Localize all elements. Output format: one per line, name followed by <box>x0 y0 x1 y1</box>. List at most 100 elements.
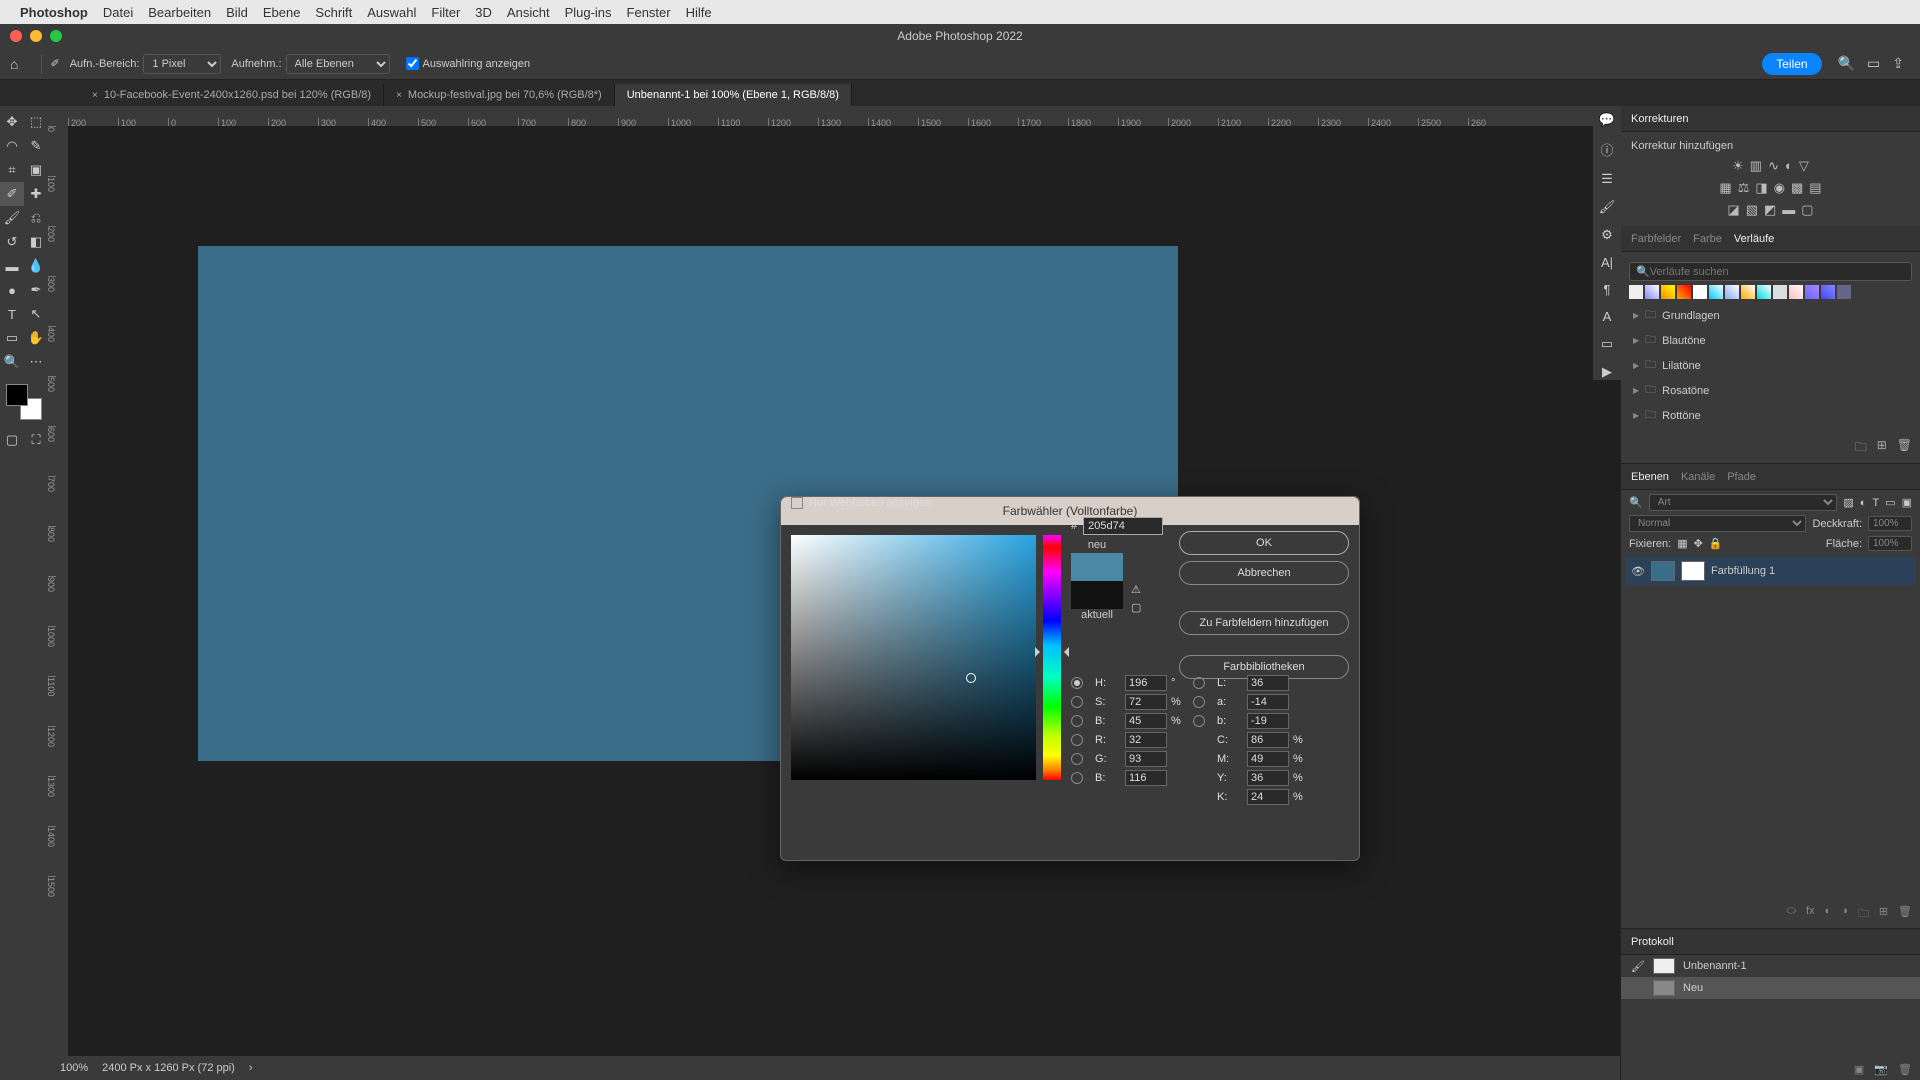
color-swatches[interactable] <box>6 384 42 420</box>
trash-icon[interactable]: 🗑 <box>1898 905 1912 924</box>
m-input[interactable] <box>1247 751 1289 767</box>
adjustments-header[interactable]: Korrekturen <box>1621 106 1920 132</box>
filter-adjust-icon[interactable]: ◐ <box>1860 497 1867 509</box>
sample-size-select[interactable]: 1 Pixel <box>143 54 221 74</box>
radio-h[interactable] <box>1071 677 1083 689</box>
selective-icon[interactable]: ▢ <box>1801 202 1813 218</box>
photofilter-icon[interactable]: ◉ <box>1774 180 1785 196</box>
filter-icon[interactable]: 🔍 <box>1629 496 1643 509</box>
foreground-color[interactable] <box>6 384 28 406</box>
hand-tool[interactable]: ✋ <box>24 326 48 350</box>
radio-a[interactable] <box>1193 696 1205 708</box>
h-input[interactable] <box>1125 675 1167 691</box>
new-layer-icon[interactable]: ⊞ <box>1879 905 1888 924</box>
shape-tool[interactable]: ▭ <box>0 326 24 350</box>
lasso-tool[interactable]: ◠ <box>0 134 24 158</box>
filter-type-select[interactable]: Art <box>1649 494 1838 511</box>
adjustment-icon[interactable]: ◑ <box>1841 905 1848 924</box>
current-color-swatch[interactable] <box>1071 581 1123 609</box>
bb-input[interactable] <box>1125 770 1167 786</box>
lock-pixels-icon[interactable]: ▦ <box>1677 537 1687 550</box>
quickmask-tool[interactable]: ▢ <box>0 428 24 452</box>
lock-all-icon[interactable]: 🔒 <box>1709 537 1723 550</box>
colorlookup-icon[interactable]: ▤ <box>1809 180 1821 196</box>
cancel-button[interactable]: Abbrechen <box>1179 561 1349 585</box>
gradient-folder[interactable]: ▶🗀Lilatöne <box>1629 353 1912 378</box>
layer-name[interactable]: Farbfüllung 1 <box>1711 565 1775 577</box>
eyedropper-tool[interactable]: ✐ <box>0 182 24 206</box>
group-icon[interactable]: 🗀 <box>1858 905 1869 924</box>
channelmixer-icon[interactable]: ▩ <box>1791 180 1803 196</box>
workspace-icon[interactable]: ▭ <box>1867 55 1880 72</box>
filter-image-icon[interactable]: ▨ <box>1843 496 1853 509</box>
radio-s[interactable] <box>1071 696 1083 708</box>
type-tool[interactable]: T <box>0 302 24 326</box>
brush-settings-icon[interactable]: 🖌 <box>1599 199 1616 215</box>
gradient-search-input[interactable] <box>1650 266 1905 278</box>
gradient-tool[interactable]: ▬ <box>0 254 24 278</box>
bw-icon[interactable]: ◨ <box>1755 180 1767 196</box>
menu-ebene[interactable]: Ebene <box>263 5 301 20</box>
glyphs-icon[interactable]: A <box>1603 309 1612 324</box>
brush-tool[interactable]: 🖌 <box>0 206 24 230</box>
pen-tool[interactable]: ✒ <box>24 278 48 302</box>
document-tab[interactable]: ×10-Facebook-Event-2400x1260.psd bei 120… <box>80 84 384 106</box>
share-button[interactable]: Teilen <box>1762 53 1821 75</box>
zoom-tool[interactable]: 🔍 <box>0 350 24 374</box>
sampling-ring-checkbox[interactable] <box>406 57 419 70</box>
eraser-tool[interactable]: ◧ <box>24 230 48 254</box>
trash-icon[interactable]: 🗑 <box>1897 438 1912 459</box>
create-doc-icon[interactable]: ▣ <box>1854 1063 1864 1076</box>
export-icon[interactable]: ⇪ <box>1892 55 1904 72</box>
gradient-search[interactable]: 🔍 <box>1629 262 1912 281</box>
menu-bearbeiten[interactable]: Bearbeiten <box>148 5 211 20</box>
y-input[interactable] <box>1247 770 1289 786</box>
blend-mode-select[interactable]: Normal <box>1629 515 1806 532</box>
l-input[interactable] <box>1247 675 1289 691</box>
history-brush-tool[interactable]: ↺ <box>0 230 24 254</box>
filter-smart-icon[interactable]: ▣ <box>1902 496 1912 509</box>
new-folder-icon[interactable]: 🗀 <box>1855 438 1867 459</box>
radio-lb[interactable] <box>1193 715 1205 727</box>
paragraph-icon[interactable]: ¶ <box>1604 282 1611 297</box>
info-icon[interactable]: ⓘ <box>1600 140 1613 159</box>
r-input[interactable] <box>1125 732 1167 748</box>
menu-hilfe[interactable]: Hilfe <box>686 5 712 20</box>
bv-input[interactable] <box>1125 713 1167 729</box>
zoom-level[interactable]: 100% <box>60 1062 88 1074</box>
colorbalance-icon[interactable]: ⚖ <box>1738 180 1750 196</box>
new-color-swatch[interactable] <box>1071 553 1123 581</box>
doc-info[interactable]: 2400 Px x 1260 Px (72 ppi) <box>102 1062 235 1074</box>
radio-r[interactable] <box>1071 734 1083 746</box>
k-input[interactable] <box>1247 789 1289 805</box>
lb-input[interactable] <box>1247 713 1289 729</box>
trash-icon[interactable]: 🗑 <box>1898 1063 1912 1076</box>
layer-thumbnail[interactable] <box>1651 561 1675 581</box>
home-icon[interactable]: ⌂ <box>10 56 18 72</box>
radio-g[interactable] <box>1071 753 1083 765</box>
dodge-tool[interactable]: ● <box>0 278 24 302</box>
menu-plugins[interactable]: Plug-ins <box>565 5 612 20</box>
panel-tab-layers[interactable]: Ebenen <box>1631 471 1669 483</box>
menu-auswahl[interactable]: Auswahl <box>367 5 416 20</box>
history-snapshot[interactable]: 🖌Unbenannt-1 <box>1621 955 1920 977</box>
character-icon[interactable]: A| <box>1601 255 1613 270</box>
menu-fenster[interactable]: Fenster <box>627 5 671 20</box>
history-state[interactable]: Neu <box>1621 977 1920 999</box>
menu-ansicht[interactable]: Ansicht <box>507 5 550 20</box>
gradientmap-icon[interactable]: ▬ <box>1782 202 1795 218</box>
panel-tab-color[interactable]: Farbe <box>1693 233 1722 245</box>
exposure-icon[interactable]: ◐ <box>1785 158 1793 174</box>
blur-tool[interactable]: 💧 <box>24 254 48 278</box>
document-tab[interactable]: Unbenannt-1 bei 100% (Ebene 1, RGB/8/8) <box>615 84 852 106</box>
path-select-tool[interactable]: ↖ <box>24 302 48 326</box>
close-icon[interactable]: × <box>396 90 402 101</box>
panel-tab[interactable]: Korrekturen <box>1631 113 1688 125</box>
menu-datei[interactable]: Datei <box>103 5 133 20</box>
play-icon[interactable]: ▶ <box>1602 364 1612 380</box>
color-field[interactable] <box>791 535 1036 780</box>
radio-l[interactable] <box>1193 677 1205 689</box>
document-tab[interactable]: ×Mockup-festival.jpg bei 70,6% (RGB/8*) <box>384 84 615 106</box>
sample-from-select[interactable]: Alle Ebenen <box>286 54 390 74</box>
lock-position-icon[interactable]: ✥ <box>1694 537 1703 550</box>
